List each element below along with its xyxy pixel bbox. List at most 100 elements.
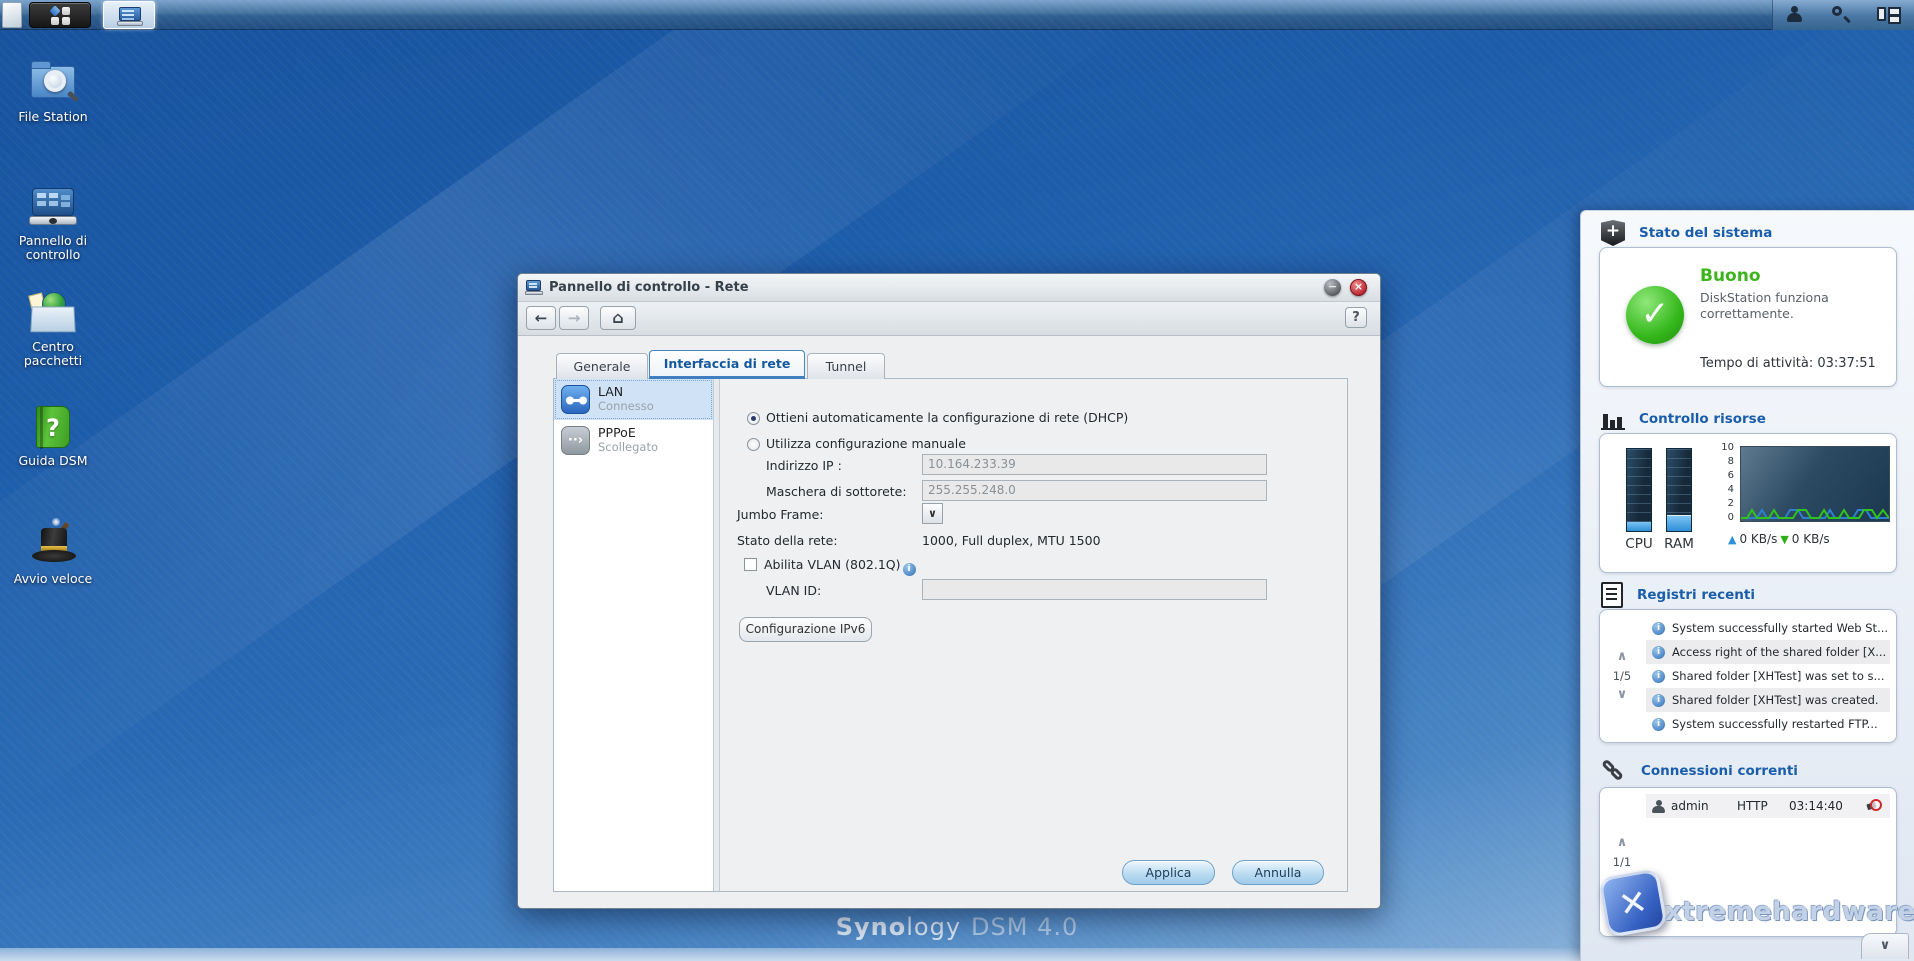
radio-manual-label: Utilizza configurazione manuale bbox=[766, 436, 966, 451]
window-titlebar[interactable]: Pannello di controllo - Rete − × bbox=[518, 274, 1380, 302]
log-entry[interactable]: iSystem successfully restarted FTP... bbox=[1646, 712, 1890, 736]
interface-status: Scollegato bbox=[598, 440, 658, 454]
taskbar-item-control-panel[interactable] bbox=[103, 1, 155, 29]
status-description: DiskStation funziona correttamente. bbox=[1700, 290, 1880, 322]
connection-time: 03:14:40 bbox=[1789, 799, 1843, 813]
info-icon: i bbox=[1652, 622, 1665, 635]
help-button[interactable]: ? bbox=[1345, 307, 1367, 328]
pager-down-icon[interactable]: ∨ bbox=[1617, 689, 1628, 701]
info-icon: i bbox=[1652, 694, 1665, 707]
info-icon[interactable]: i bbox=[903, 563, 916, 576]
info-icon: i bbox=[1652, 670, 1665, 683]
recent-logs-card: ∧ 1/5 ∨ iSystem successfully started Web… bbox=[1599, 609, 1897, 743]
upload-rate: 0 KB/s bbox=[1739, 532, 1777, 546]
ipv6-config-button[interactable]: Configurazione IPv6 bbox=[739, 617, 872, 642]
desktop-icon-quick-start[interactable]: Avvio veloce bbox=[10, 522, 96, 586]
window-content: Generale Interfaccia di rete Tunnel LAN … bbox=[518, 336, 1380, 908]
uptime-text: Tempo di attività: 03:37:51 bbox=[1700, 356, 1876, 371]
interface-status: Connesso bbox=[598, 399, 654, 413]
dsm-help-icon: ? bbox=[28, 404, 78, 450]
pilot-view-button[interactable] bbox=[1871, 4, 1901, 26]
vlan-id-label: VLAN ID: bbox=[766, 583, 821, 598]
taskbar-tray bbox=[1772, 0, 1914, 30]
network-status-label: Stato della rete: bbox=[737, 533, 838, 548]
system-status-card: ✓ Buono DiskStation funziona correttamen… bbox=[1599, 247, 1897, 387]
system-status-header: Stato del sistema bbox=[1601, 221, 1772, 245]
widget-title: Stato del sistema bbox=[1639, 225, 1772, 241]
axis-tick: 8 bbox=[1714, 456, 1734, 467]
log-entry[interactable]: iShared folder [XHTest] was created. bbox=[1646, 688, 1890, 712]
user-menu-button[interactable] bbox=[1779, 4, 1809, 26]
interface-item-pppoe[interactable]: ··› PPPoE Scollegato bbox=[554, 420, 713, 461]
desktop-icon-file-station[interactable]: File Station bbox=[10, 60, 96, 124]
bar-chart-icon bbox=[1601, 408, 1625, 430]
minimize-button[interactable]: − bbox=[1324, 279, 1341, 296]
pager-up-icon[interactable]: ∧ bbox=[1617, 651, 1628, 663]
log-entry[interactable]: iAccess right of the shared folder [X... bbox=[1646, 640, 1890, 664]
jumbo-frame-label: Jumbo Frame: bbox=[737, 507, 824, 522]
control-panel-desktop-icon bbox=[28, 184, 78, 230]
chevron-down-icon: ∨ bbox=[928, 507, 937, 520]
log-document-icon bbox=[1601, 582, 1623, 608]
pager-position: 1/1 bbox=[1613, 855, 1632, 869]
cancel-button[interactable]: Annulla bbox=[1232, 860, 1324, 885]
vlan-checkbox-label: Abilita VLAN (802.1Q)i bbox=[764, 557, 916, 576]
subnet-mask-field[interactable]: 255.255.248.0 bbox=[922, 480, 1267, 501]
desktop-icon-control-panel[interactable]: Pannello di controllo bbox=[10, 184, 96, 262]
network-interface-panel: LAN Connesso ··› PPPoE Scollegato Ottien… bbox=[553, 378, 1348, 892]
desktop-icon-label: File Station bbox=[10, 110, 96, 124]
tab-tunnel[interactable]: Tunnel bbox=[807, 353, 885, 379]
desktop-icon-label: Centro pacchetti bbox=[10, 340, 96, 368]
pager-position: 1/5 bbox=[1613, 669, 1632, 683]
connection-user: admin bbox=[1671, 799, 1737, 813]
jumbo-frame-dropdown[interactable]: ∨ bbox=[922, 503, 943, 524]
pager-down-icon[interactable]: ∨ bbox=[1617, 875, 1628, 887]
upload-arrow-icon: ▲ bbox=[1728, 533, 1736, 546]
widget-title: Connessioni correnti bbox=[1641, 763, 1798, 779]
package-center-icon bbox=[28, 290, 78, 336]
desktop-icon-package-center[interactable]: Centro pacchetti bbox=[10, 290, 96, 368]
radio-manual[interactable] bbox=[747, 438, 760, 451]
disconnect-icon[interactable] bbox=[1866, 799, 1882, 813]
sidebar-collapse-button[interactable]: ∨ bbox=[1861, 933, 1909, 959]
connection-row[interactable]: admin HTTP 03:14:40 bbox=[1646, 794, 1890, 818]
panel-splitter[interactable] bbox=[714, 379, 720, 891]
pager-up-icon[interactable]: ∧ bbox=[1617, 837, 1628, 849]
apply-button[interactable]: Applica bbox=[1122, 860, 1215, 885]
widget-sidebar: Stato del sistema ✓ Buono DiskStation fu… bbox=[1580, 210, 1914, 961]
current-connections-header: Connessioni correnti bbox=[1601, 759, 1798, 783]
status-ok-icon: ✓ bbox=[1626, 286, 1684, 344]
ram-gauge bbox=[1666, 448, 1692, 532]
connection-protocol: HTTP bbox=[1737, 799, 1789, 813]
lan-icon bbox=[561, 385, 590, 414]
network-status-value: 1000, Full duplex, MTU 1500 bbox=[922, 533, 1101, 548]
close-button[interactable]: × bbox=[1350, 279, 1367, 296]
tab-generale[interactable]: Generale bbox=[556, 353, 648, 379]
axis-tick: 4 bbox=[1714, 484, 1734, 495]
main-menu-button[interactable] bbox=[29, 2, 91, 28]
axis-tick: 0 bbox=[1714, 512, 1734, 523]
log-entry[interactable]: iSystem successfully started Web St... bbox=[1646, 616, 1890, 640]
vlan-id-field[interactable] bbox=[922, 579, 1267, 600]
vlan-checkbox[interactable] bbox=[744, 558, 757, 571]
quick-start-icon bbox=[28, 522, 78, 568]
status-level: Buono bbox=[1700, 266, 1761, 286]
user-icon bbox=[1787, 6, 1801, 20]
forward-button[interactable]: → bbox=[559, 306, 589, 330]
log-entry[interactable]: iShared folder [XHTest] was set to s... bbox=[1646, 664, 1890, 688]
show-desktop-button[interactable] bbox=[2, 2, 22, 28]
desktop-icon-dsm-help[interactable]: ? Guida DSM bbox=[10, 404, 96, 468]
axis-tick: 2 bbox=[1714, 498, 1734, 509]
radio-dhcp[interactable] bbox=[747, 412, 760, 425]
tab-interfaccia-di-rete[interactable]: Interfaccia di rete bbox=[649, 350, 805, 379]
file-station-icon bbox=[28, 60, 78, 106]
cpu-gauge bbox=[1626, 448, 1652, 532]
home-button[interactable]: ⌂ bbox=[600, 306, 636, 330]
interface-item-lan[interactable]: LAN Connesso bbox=[554, 379, 713, 420]
dsm-desktop: SynologyDSM 4.0 File Station Pa bbox=[0, 0, 1914, 961]
resource-monitor-header: Controllo risorse bbox=[1601, 407, 1766, 431]
back-button[interactable]: ← bbox=[526, 306, 556, 330]
window-title: Pannello di controllo - Rete bbox=[549, 280, 749, 295]
ip-address-field[interactable]: 10.164.233.39 bbox=[922, 454, 1267, 475]
search-button[interactable] bbox=[1825, 4, 1855, 26]
